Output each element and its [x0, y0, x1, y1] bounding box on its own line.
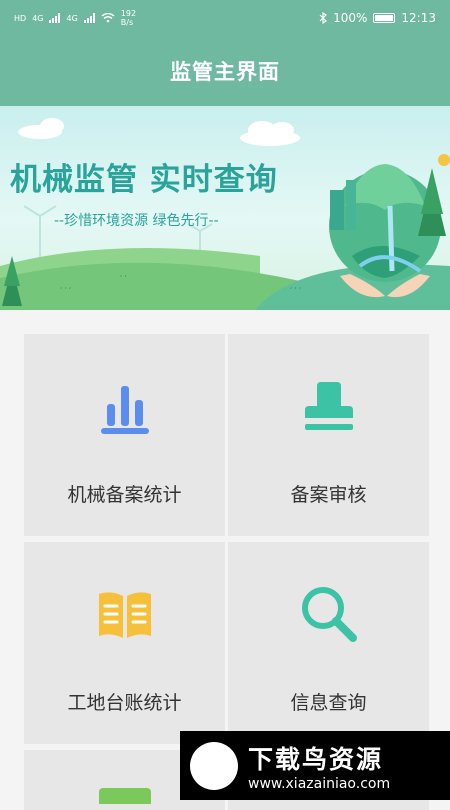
signal-icon	[49, 13, 61, 23]
bar-chart-icon	[100, 386, 149, 434]
clock: 12:13	[401, 11, 436, 25]
banner: , , , , , , , , 机械监管 实时查询 --珍惜环境资源 绿色先行--	[0, 106, 450, 310]
svg-text:, , ,: , , ,	[60, 282, 71, 290]
stamp-icon	[304, 382, 353, 430]
svg-text:, , ,: , , ,	[290, 282, 301, 290]
partial-icon	[98, 788, 151, 804]
watermark: 下载鸟资源 www.xiazainiao.com	[180, 731, 450, 800]
watermark-name: 下载鸟资源	[248, 744, 384, 774]
page-title: 监管主界面	[170, 60, 280, 84]
banner-illustration: , , , , , , , ,	[0, 118, 450, 310]
network-type-1: 4G	[32, 13, 44, 23]
menu-item-info-query[interactable]: 信息查询	[228, 542, 429, 744]
search-icon	[301, 587, 357, 642]
status-bar: HD 4G 4G 192 B/s 100% 12:13	[0, 0, 450, 36]
battery-percent: 100%	[333, 11, 368, 25]
signal-icon	[83, 13, 95, 23]
device-status: 100% 12:13	[319, 11, 436, 25]
menu-item-machine-registration-stats[interactable]: 机械备案统计	[24, 334, 225, 536]
battery-icon	[373, 13, 396, 23]
net-speed: 192 B/s	[120, 9, 137, 27]
menu-item-label: 信息查询	[290, 692, 367, 714]
banner-subtitle: --珍惜环境资源 绿色先行--	[54, 213, 219, 229]
watermark-url: www.xiazainiao.com	[248, 775, 391, 792]
menu-item-label: 工地台账统计	[67, 692, 182, 714]
open-book-icon	[98, 592, 151, 638]
menu-item-registration-review[interactable]: 备案审核	[228, 334, 429, 536]
menu-item-label: 机械备案统计	[67, 484, 182, 506]
bird-logo-icon	[190, 741, 238, 790]
wifi-icon	[101, 13, 115, 23]
bluetooth-icon	[319, 12, 328, 24]
title-bar: 监管主界面	[0, 36, 450, 106]
hd-label: HD	[14, 13, 27, 23]
network-type-2: 4G	[66, 13, 78, 23]
menu-item-label: 备案审核	[290, 484, 367, 506]
banner-title: 机械监管 实时查询	[10, 162, 278, 198]
menu-item-site-ledger-stats[interactable]: 工地台账统计	[24, 542, 225, 744]
svg-text:, ,: , ,	[120, 270, 127, 278]
network-status: HD 4G 4G 192 B/s	[14, 9, 136, 27]
